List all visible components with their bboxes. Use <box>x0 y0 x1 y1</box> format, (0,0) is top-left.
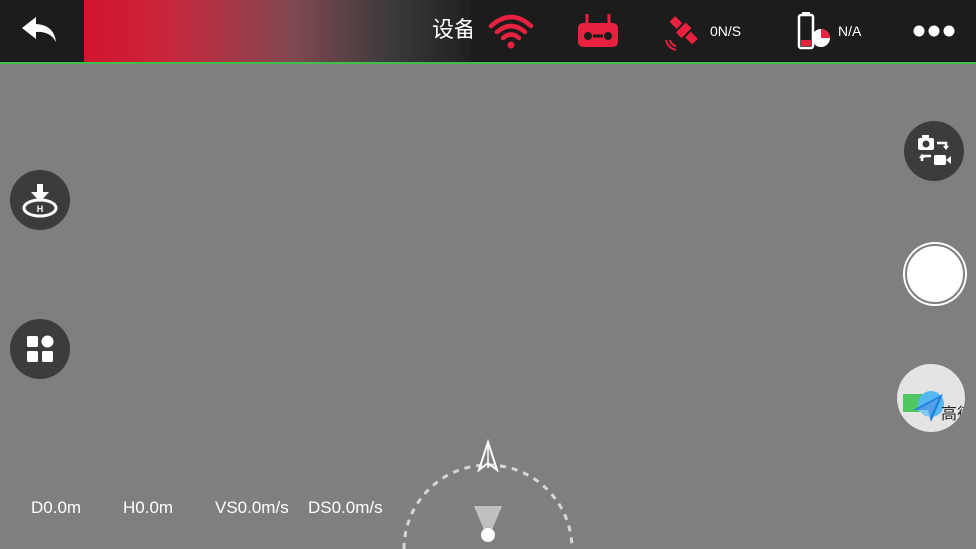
top-toolbar: 设备 0N/S N/A <box>0 0 976 64</box>
horizontal-speed-readout: DS0.0m/s <box>308 498 383 517</box>
more-dots-icon <box>913 25 955 37</box>
battery-status[interactable]: N/A <box>796 10 886 52</box>
shutter-icon <box>907 246 963 302</box>
svg-text:H: H <box>37 204 44 214</box>
vertical-speed-readout: VS0.0m/s <box>215 498 289 517</box>
battery-icon <box>797 12 830 50</box>
camera-mode-switch-button[interactable] <box>904 121 964 181</box>
remote-controller-status[interactable] <box>574 10 624 52</box>
gps-speed-value: 0N/S <box>710 23 742 39</box>
compass-indicator <box>402 438 574 549</box>
battery-status-value: N/A <box>838 23 862 39</box>
map-label: 高德 <box>941 406 965 423</box>
wifi-status[interactable] <box>487 10 537 52</box>
takeoff-land-icon: H <box>22 184 58 218</box>
more-options-button[interactable] <box>904 10 964 52</box>
camera-switch-icon <box>918 135 951 165</box>
status-banner-text: 设备 <box>432 17 472 42</box>
apps-menu-button[interactable] <box>10 319 70 379</box>
height-readout: H0.0m <box>123 498 174 517</box>
satellite-icon <box>665 16 698 51</box>
apps-grid-icon <box>27 335 54 362</box>
satellite-status[interactable]: 0N/S <box>662 10 762 52</box>
takeoff-land-button[interactable]: H <box>10 170 70 230</box>
wifi-signal-icon <box>488 14 534 49</box>
map-thumbnail[interactable]: 高德 <box>897 364 965 432</box>
status-banner <box>84 0 470 62</box>
compass-icon <box>402 438 574 549</box>
distance-readout: D0.0m <box>31 498 82 517</box>
remote-controller-icon <box>578 14 618 47</box>
shutter-button[interactable] <box>905 244 965 304</box>
back-button[interactable] <box>14 10 66 52</box>
back-arrow-icon <box>22 17 56 42</box>
